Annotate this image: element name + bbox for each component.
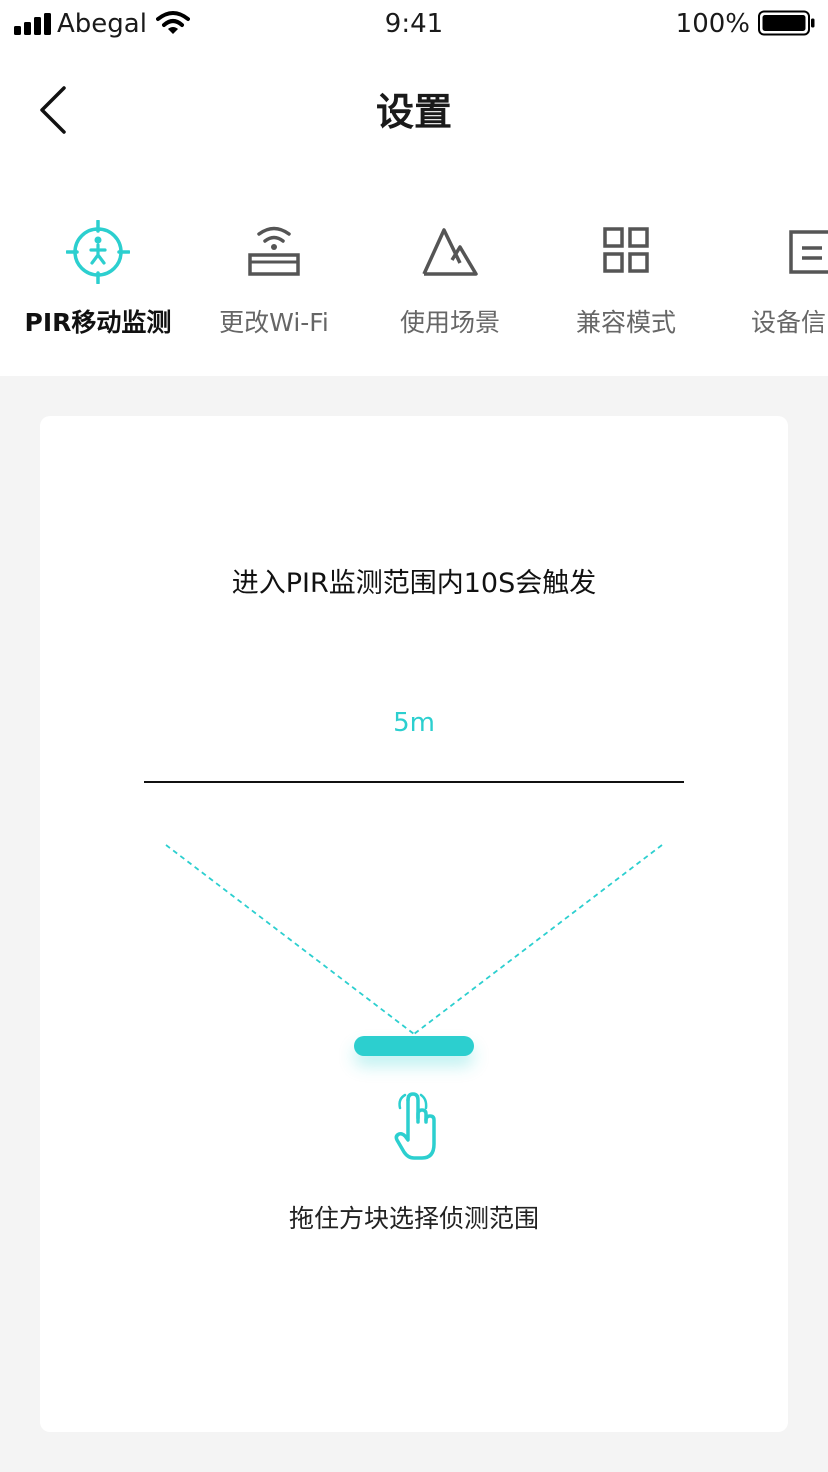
range-drag-handle[interactable]	[354, 1036, 474, 1056]
battery-percent: 100%	[675, 9, 750, 39]
signal-icon	[14, 13, 51, 35]
tab-label: 更改Wi-Fi	[219, 308, 329, 337]
tab-pir-motion-detect[interactable]: PIR移动监测	[10, 220, 186, 350]
status-bar: Abegal 9:41 100%	[0, 0, 828, 48]
tab-label: 使用场景	[399, 308, 500, 337]
range-limit-line	[144, 781, 684, 783]
wifi-icon	[156, 11, 190, 34]
chevron-left-icon	[40, 86, 66, 134]
back-button[interactable]	[28, 82, 80, 138]
page-title: 设置	[375, 90, 452, 134]
mountain-scene-icon	[422, 228, 478, 276]
wifi-router-icon	[248, 226, 300, 276]
detection-cone	[165, 844, 663, 1035]
status-time: 9:41	[384, 9, 444, 39]
motion-detect-icon	[66, 220, 130, 284]
pir-description: 进入PIR监测范围内10S会触发	[231, 568, 597, 599]
tab-device-info[interactable]: 设备信	[714, 220, 828, 350]
pir-range-card: 进入PIR监测范围内10S会触发 5m 拖住方块选择侦测范围	[40, 416, 788, 1432]
tab-label: 兼容模式	[575, 308, 676, 337]
tab-usage-scene[interactable]: 使用场景	[362, 220, 538, 350]
top-panel: Abegal 9:41 100% 设置 PIR移动监测 更改Wi-Fi 使用场景…	[0, 0, 828, 376]
hand-pointer-icon	[394, 1092, 436, 1160]
tab-change-wifi[interactable]: 更改Wi-Fi	[186, 220, 362, 350]
range-distance-label: 5m	[393, 708, 435, 738]
grid-icon	[603, 227, 649, 273]
device-info-icon	[789, 230, 828, 274]
carrier-name: Abegal	[57, 9, 147, 39]
tab-label: PIR移动监测	[24, 308, 172, 337]
tab-compatible-mode[interactable]: 兼容模式	[538, 220, 714, 350]
drag-hint-text: 拖住方块选择侦测范围	[288, 1204, 539, 1233]
tab-label: 设备信	[751, 308, 827, 337]
battery-icon	[758, 10, 815, 36]
